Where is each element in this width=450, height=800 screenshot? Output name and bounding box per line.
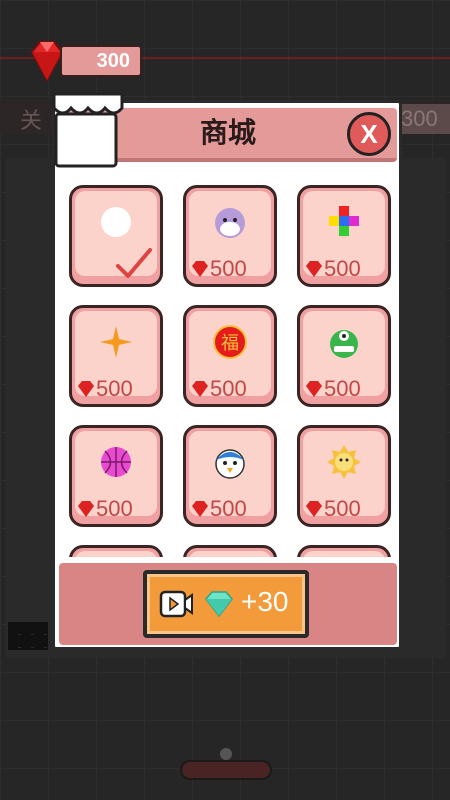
shop-item-sun[interactable]: 500 [297,425,391,527]
item-price: 500 [210,496,247,521]
reward-amount: +30 [241,586,289,617]
gem-count: 300 [60,45,142,77]
price-gem-icon [78,381,94,397]
shop-item-fu[interactable]: 福 500 [183,305,277,407]
item-price: 500 [324,496,361,521]
price-gem-icon [78,501,94,517]
item-price: 500 [96,496,133,521]
close-button[interactable]: X [347,112,391,156]
watch-video-reward-button[interactable]: +30 [143,570,309,638]
price-gem-icon [192,261,208,277]
brick-preview [8,622,48,650]
item-price: 500 [210,376,247,401]
shop-footer: +30 [59,563,397,645]
shop-dialog: 商城 X 500 500 500 福 500 500 500 500 500 +… [52,92,402,650]
shop-item-monster[interactable]: 500 [297,305,391,407]
level-label: 关 [20,108,43,133]
item-price: 500 [210,256,247,281]
price-gem-icon [306,381,322,397]
price-gem-icon [192,501,208,517]
ball [220,748,232,760]
item-price: 500 [324,376,361,401]
shop-awning-icon [52,92,124,168]
diamond-icon [205,591,233,618]
shop-item-white-ball[interactable] [69,185,163,287]
price-gem-icon [306,261,322,277]
basketball-icon [101,447,131,477]
sun-lion-icon [327,445,361,479]
item-price: 500 [96,376,133,401]
shop-item-partial[interactable] [297,545,391,557]
shop-item-partial[interactable] [69,545,163,557]
price-gem-icon [306,501,322,517]
level-score: 300 [395,104,450,134]
fu-coin-icon: 福 [213,325,247,359]
shop-item-blocks[interactable]: 500 [297,185,391,287]
color-blocks-icon [329,206,359,236]
seal-face-icon [215,208,245,238]
shop-item-grid: 500 500 500 福 500 500 500 500 500 [67,185,393,557]
price-gem-icon [192,381,208,397]
shop-item-star[interactable]: 500 [69,305,163,407]
green-monster-icon [330,330,358,358]
paddle[interactable] [180,760,272,780]
svg-text:福: 福 [221,333,239,354]
video-icon [159,590,193,618]
shop-item-penguin[interactable]: 500 [183,425,277,527]
four-point-star-icon [100,326,132,358]
shop-item-basketball[interactable]: 500 [69,425,163,527]
checkmark-icon [116,248,152,278]
white-ball-icon [101,207,131,237]
item-price: 500 [324,256,361,281]
shop-item-seal[interactable]: 500 [183,185,277,287]
penguin-face-icon [215,449,245,479]
shop-item-partial[interactable] [183,545,277,557]
